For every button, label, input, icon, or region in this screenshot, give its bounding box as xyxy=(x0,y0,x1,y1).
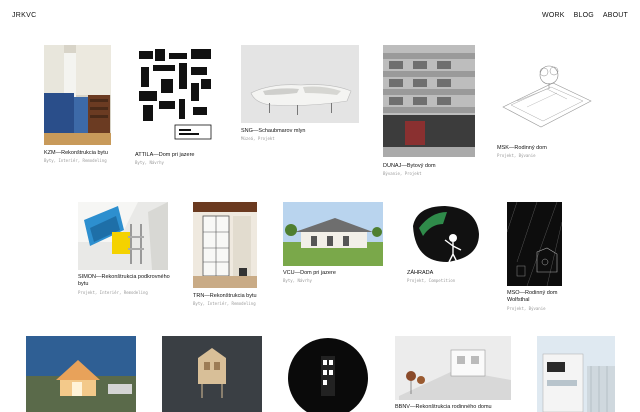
project-thumbnail[interactable] xyxy=(44,45,111,145)
project-title[interactable]: SIMON—Rekonštrukcia podkrovného xyxy=(78,274,170,281)
project-thumbnail[interactable] xyxy=(383,45,475,157)
project-card-zahrada[interactable]: ZÁHRADA Projekt, Competition xyxy=(407,202,483,292)
nav-about[interactable]: ABOUT xyxy=(603,12,628,19)
project-card-vcu[interactable]: VCU—Dom pri jazere Byty, Návrhy xyxy=(283,202,383,292)
project-title[interactable]: MSK—Rodinný dom xyxy=(497,145,547,152)
project-card-row3-1[interactable] xyxy=(26,336,136,412)
project-title[interactable]: VCU—Dom pri jazere xyxy=(283,270,336,277)
project-card-mso[interactable]: MSO—Rodinný dom Wolfsthal Projekt, Bývan… xyxy=(507,202,577,314)
project-title[interactable]: TRN—Rekonštrukcia bytu xyxy=(193,293,257,300)
project-thumbnail[interactable] xyxy=(287,336,369,412)
project-title-cont[interactable]: bytu xyxy=(78,281,88,288)
nav-work[interactable]: WORK xyxy=(542,12,565,19)
project-thumbnail[interactable] xyxy=(78,202,168,270)
project-card-attila[interactable]: ATTILA—Dom pri jazere Byty, Návrhy xyxy=(135,45,215,175)
project-card-dunaj[interactable]: DUNAJ—Bytový dom Bývanie, Projekt xyxy=(383,45,475,180)
project-card-sng[interactable]: SNG—Schaubmarov mlyn Múzeá, Projekt xyxy=(241,45,359,145)
project-thumbnail[interactable] xyxy=(241,45,359,123)
project-thumbnail[interactable] xyxy=(507,202,562,286)
project-card-trn[interactable]: TRN—Rekonštrukcia bytu Byty, Interiér, R… xyxy=(193,202,263,312)
project-title[interactable]: ZÁHRADA xyxy=(407,270,433,277)
project-thumbnail[interactable] xyxy=(497,45,597,141)
project-title[interactable]: ATTILA—Dom pri jazere xyxy=(135,152,195,159)
project-tags: Múzeá, Projekt xyxy=(241,136,275,141)
project-tags: Projekt, Interiér, Remodeling xyxy=(78,290,148,295)
project-tags: Byty, Interiér, Remodeling xyxy=(193,301,256,306)
project-title[interactable]: DUNAJ—Bytový dom xyxy=(383,163,436,170)
nav-blog[interactable]: BLOG xyxy=(574,12,594,19)
project-thumbnail[interactable] xyxy=(162,336,262,412)
project-tags: Projekt, Competition xyxy=(407,278,456,283)
project-tags: Bývanie, Projekt xyxy=(383,171,422,176)
brand-logo[interactable]: JRKVC xyxy=(12,12,36,19)
project-tags: Byty, Návrhy xyxy=(283,278,312,283)
project-card-row3-2[interactable] xyxy=(162,336,262,412)
project-thumbnail[interactable] xyxy=(537,336,615,412)
project-title[interactable]: KZM—Rekonštrukcia bytu xyxy=(44,150,108,157)
project-thumbnail[interactable] xyxy=(283,202,383,266)
project-thumbnail[interactable] xyxy=(26,336,136,412)
project-thumbnail[interactable] xyxy=(407,202,483,266)
project-thumbnail[interactable] xyxy=(135,45,215,147)
project-title[interactable]: MSO—Rodinný dom xyxy=(507,290,557,297)
project-card-row3-3[interactable] xyxy=(287,336,369,412)
project-card-simon[interactable]: SIMON—Rekonštrukcia podkrovného bytu Pro… xyxy=(78,202,178,306)
project-title-cont[interactable]: Wolfsthal xyxy=(507,297,530,304)
project-tags: Projekt, Bývanie xyxy=(497,153,536,158)
project-thumbnail[interactable] xyxy=(193,202,257,288)
project-card-bbnv[interactable]: BBNV—Rekonštrukcia rodinného domu xyxy=(395,336,515,412)
project-card-msk[interactable]: MSK—Rodinný dom Projekt, Bývanie xyxy=(497,45,597,165)
project-title[interactable]: SNG—Schaubmarov mlyn xyxy=(241,128,306,135)
project-card-row3-5[interactable] xyxy=(537,336,615,412)
project-tags: Projekt, Bývanie xyxy=(507,306,546,311)
project-title[interactable]: BBNV—Rekonštrukcia rodinného domu xyxy=(395,404,492,411)
main-nav: WORK BLOG ABOUT xyxy=(542,12,628,19)
project-tags: Byty, Návrhy xyxy=(135,160,164,165)
project-card-kzm[interactable]: KZM—Rekonštrukcia bytu Byty, Interiér, R… xyxy=(44,45,111,170)
project-tags: Byty, Interiér, Remodeling xyxy=(44,158,107,163)
project-thumbnail[interactable] xyxy=(395,336,511,400)
